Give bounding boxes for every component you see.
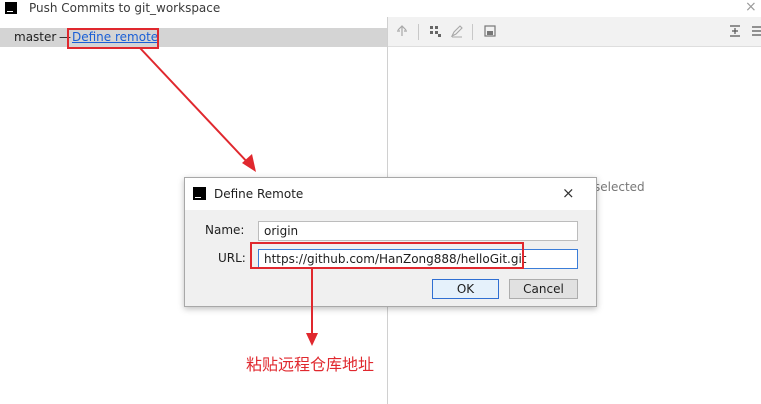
expand-all-icon[interactable] bbox=[728, 24, 742, 38]
dialog-title: Define Remote bbox=[214, 187, 304, 201]
name-input[interactable] bbox=[258, 221, 578, 241]
cancel-button[interactable]: Cancel bbox=[509, 279, 578, 299]
branch-name: master bbox=[14, 30, 57, 44]
url-label: URL: bbox=[218, 251, 246, 265]
annotation-text: 粘贴远程仓库地址 bbox=[246, 355, 375, 374]
window-title: Push Commits to git_workspace bbox=[29, 1, 221, 15]
collapse-icon[interactable] bbox=[750, 24, 761, 38]
edit-icon[interactable] bbox=[450, 24, 464, 38]
branch-row[interactable]: master — Define remote bbox=[0, 28, 387, 47]
grid-icon[interactable] bbox=[428, 24, 442, 38]
close-icon[interactable]: × bbox=[745, 0, 757, 15]
window-titlebar: Push Commits to git_workspace × bbox=[0, 0, 761, 17]
save-icon[interactable] bbox=[483, 24, 497, 38]
name-label: Name: bbox=[205, 223, 245, 237]
details-toolbar bbox=[388, 17, 761, 47]
url-highlight bbox=[250, 242, 524, 269]
pin-icon[interactable] bbox=[395, 24, 409, 38]
close-icon[interactable]: × bbox=[562, 184, 575, 202]
nothing-selected-text: selected bbox=[594, 180, 645, 194]
app-logo-icon bbox=[193, 187, 206, 200]
define-remote-highlight bbox=[67, 28, 159, 49]
toolbar-separator bbox=[472, 24, 473, 40]
toolbar-separator bbox=[418, 24, 419, 40]
ok-button[interactable]: OK bbox=[432, 279, 499, 299]
dialog-titlebar: Define Remote × bbox=[185, 178, 596, 210]
app-logo-icon bbox=[5, 2, 17, 14]
